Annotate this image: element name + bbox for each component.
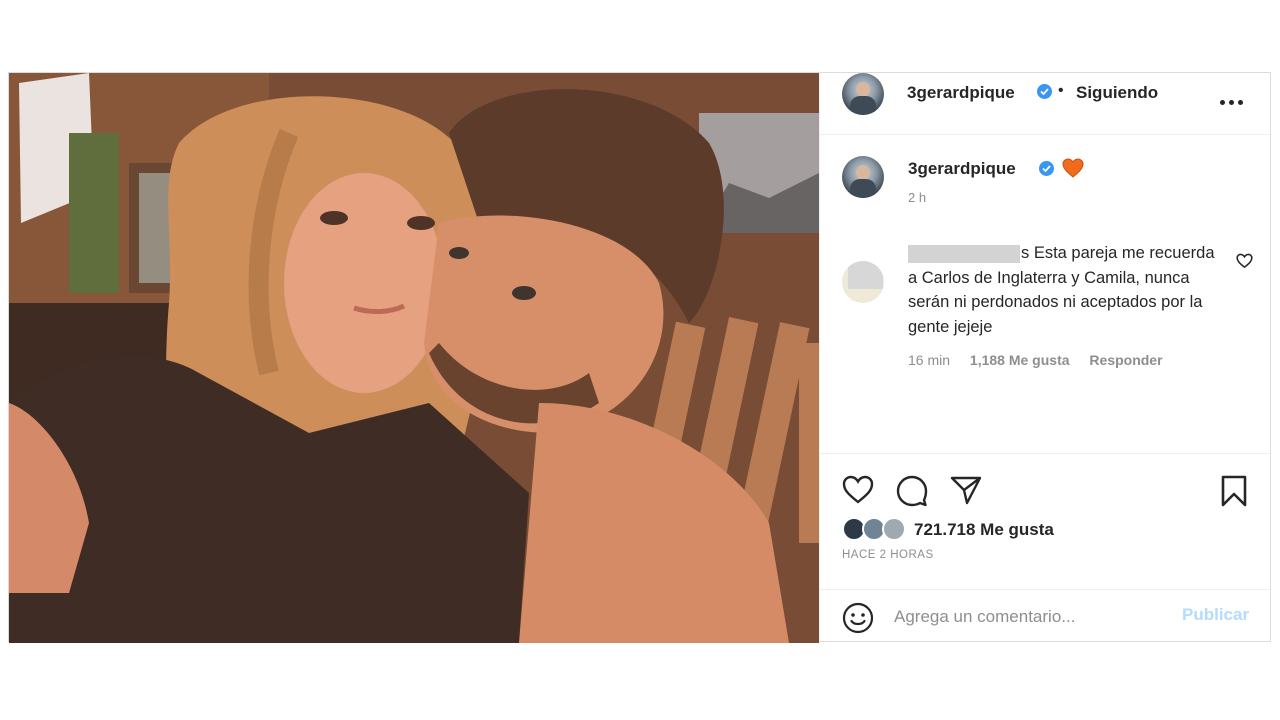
bookmark-icon[interactable]: [1220, 475, 1248, 512]
orange-heart-icon: [1062, 158, 1084, 183]
avatar-body: [850, 96, 876, 115]
author-avatar[interactable]: [842, 73, 884, 115]
more-options-icon[interactable]: [1216, 87, 1250, 117]
comment-time: 16 min: [908, 352, 951, 368]
post-actions: 721.718 Me gusta HACE 2 HORAS: [820, 453, 1272, 583]
publish-button[interactable]: Publicar: [1182, 605, 1249, 625]
avatar-blur: [848, 261, 883, 289]
verified-badge-icon: [1037, 84, 1052, 99]
comment-meta: 16 min 1,188 Me gusta Responder: [908, 352, 1179, 368]
send-icon[interactable]: [950, 475, 982, 510]
following-button[interactable]: Siguiendo: [1076, 83, 1158, 103]
liker-avatar: [882, 517, 906, 541]
caption-time: 2 h: [908, 190, 927, 205]
comment-icon[interactable]: [896, 475, 928, 512]
comment-likes[interactable]: 1,188 Me gusta: [970, 352, 1070, 368]
avatar-head: [856, 82, 870, 97]
caption-avatar[interactable]: [842, 156, 884, 198]
reply-button[interactable]: Responder: [1089, 352, 1162, 368]
comment-text: s Esta pareja me recuerda a Carlos de In…: [908, 244, 1215, 336]
post-header: 3gerardpique • Siguiendo: [820, 73, 1272, 135]
commenter-avatar[interactable]: [842, 261, 884, 303]
add-comment-bar: Publicar: [820, 589, 1272, 643]
post-time-ago: HACE 2 HORAS: [842, 549, 934, 561]
photo-illustration: [9, 73, 819, 643]
verified-badge-icon: [1039, 161, 1054, 176]
avatar-body: [850, 179, 876, 198]
emoji-icon[interactable]: [842, 602, 874, 639]
post-photo[interactable]: [9, 73, 819, 643]
author-username[interactable]: 3gerardpique: [907, 83, 1015, 103]
caption-username[interactable]: 3gerardpique: [908, 159, 1016, 179]
liked-by-avatars[interactable]: [842, 517, 912, 543]
likes-count[interactable]: 721.718 Me gusta: [914, 520, 1054, 540]
avatar-head: [856, 165, 870, 180]
header-separator: •: [1058, 82, 1064, 99]
post-side-panel: 3gerardpique • Siguiendo 3gerardpique 2 …: [819, 73, 1272, 643]
instagram-post: 3gerardpique • Siguiendo 3gerardpique 2 …: [8, 72, 1272, 643]
comment-input[interactable]: [894, 606, 1174, 628]
comment-like-heart-icon[interactable]: [1236, 253, 1253, 274]
heart-icon[interactable]: [842, 475, 874, 510]
